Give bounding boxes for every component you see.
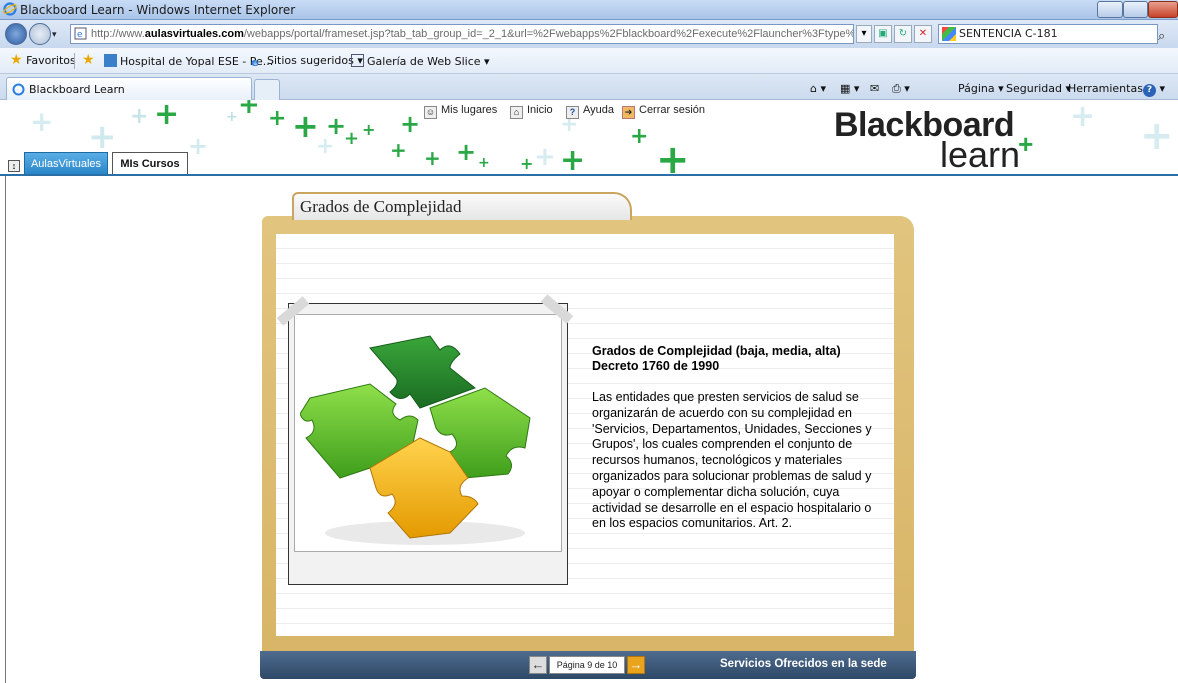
divider bbox=[74, 53, 75, 69]
tab-label: Blackboard Learn bbox=[29, 83, 125, 96]
search-input[interactable]: SENTENCIA C-181 bbox=[938, 24, 1158, 44]
address-dropdown-icon[interactable]: ▾ bbox=[856, 25, 872, 43]
url-domain: aulasvirtuales.com bbox=[144, 28, 244, 40]
svg-text:e: e bbox=[77, 30, 83, 40]
tab-bar: Blackboard Learn ⌂ ▾ ▦ ▾ ✉ ⎙ ▾ Página ▾ … bbox=[0, 74, 1178, 100]
next-section-label: Servicios Ofrecidos en la sede bbox=[720, 658, 887, 670]
recent-pages-icon[interactable]: ▾ bbox=[52, 29, 57, 40]
star-add-icon: ★ bbox=[82, 52, 95, 68]
url-prefix: http://www. bbox=[91, 28, 145, 40]
frame-divider bbox=[5, 176, 6, 683]
mis-lugares-link[interactable]: ☺ Mis lugares bbox=[424, 104, 497, 119]
link-label: Cerrar sesión bbox=[639, 104, 706, 116]
search-text: SENTENCIA C-181 bbox=[959, 27, 1058, 40]
security-menu[interactable]: Seguridad ▾ bbox=[1006, 82, 1071, 95]
arrow-right-icon: → bbox=[629, 657, 643, 672]
tab-mis-cursos[interactable]: MIs Cursos bbox=[112, 152, 188, 174]
ayuda-link[interactable]: ? Ayuda bbox=[566, 104, 614, 119]
puzzle-image bbox=[300, 335, 531, 545]
search-icon[interactable]: ⌕ bbox=[1158, 28, 1165, 44]
previous-page-button[interactable]: ← bbox=[529, 656, 547, 674]
link-label: Ayuda bbox=[583, 104, 614, 116]
page-icon: e bbox=[74, 27, 87, 40]
maximize-button[interactable] bbox=[1123, 1, 1148, 18]
person-icon: ☺ bbox=[424, 106, 437, 119]
learn-logo: learn+ bbox=[940, 129, 1035, 175]
window-title: Blackboard Learn - Windows Internet Expl… bbox=[20, 3, 296, 17]
inicio-link[interactable]: ⌂ Inicio bbox=[510, 104, 553, 119]
arrow-left-icon: ← bbox=[531, 657, 545, 672]
ie-icon bbox=[3, 2, 17, 16]
heading-line: Decreto 1760 de 1990 bbox=[592, 359, 720, 373]
address-bar: ▾ e http://www.aulasvirtuales.com/webapp… bbox=[0, 20, 1178, 48]
tab-aulas-virtuales[interactable]: AulasVirtuales bbox=[24, 152, 108, 174]
folder-icon bbox=[104, 54, 117, 67]
mail-icon[interactable]: ✉ bbox=[870, 82, 879, 95]
favorite-item-label: Galería de Web Slice ▾ bbox=[367, 55, 490, 68]
favorites-bar: ★ Favoritos ★ Hospital de Yopal ESE - Pe… bbox=[0, 48, 1178, 74]
next-page-button[interactable]: → bbox=[627, 656, 645, 674]
page-title: Grados de Complejidad bbox=[300, 197, 462, 216]
tab-blackboard-learn[interactable]: Blackboard Learn bbox=[6, 77, 252, 100]
refresh-icon[interactable]: ↻ bbox=[894, 25, 912, 43]
bb-header: + + + + + + + + + + + + + + + + + + + + … bbox=[0, 100, 1178, 176]
add-favorite-icon[interactable]: ★ bbox=[82, 52, 95, 68]
link-label: Inicio bbox=[527, 104, 553, 116]
print-icon[interactable]: ⎙ ▾ bbox=[892, 82, 910, 96]
logout-icon: ➔ bbox=[622, 106, 635, 119]
close-window-button[interactable] bbox=[1148, 1, 1178, 18]
tools-menu[interactable]: Herramientas ▾ bbox=[1068, 82, 1152, 95]
ie-tab-icon bbox=[12, 83, 25, 96]
link-label: Mis lugares bbox=[441, 104, 498, 116]
home-icon: ⌂ bbox=[510, 106, 523, 119]
new-tab-button[interactable] bbox=[254, 79, 280, 100]
help-icon: ? bbox=[566, 106, 579, 119]
forward-button[interactable] bbox=[29, 23, 51, 45]
url-input[interactable]: e http://www.aulasvirtuales.com/webapps/… bbox=[70, 24, 854, 44]
minimize-button[interactable] bbox=[1097, 1, 1123, 18]
ie-page-icon: e bbox=[251, 56, 259, 69]
favorite-item-hospital[interactable]: Hospital de Yopal ESE - Pe... bbox=[104, 54, 273, 68]
logo-plus-icon: + bbox=[1018, 129, 1034, 159]
url-path: /webapps/portal/frameset.jsp?tab_tab_gro… bbox=[243, 28, 854, 40]
help-icon[interactable]: ? ▾ bbox=[1143, 82, 1165, 97]
window-titlebar: Blackboard Learn - Windows Internet Expl… bbox=[0, 0, 1178, 20]
content-body: Las entidades que presten servicios de s… bbox=[592, 390, 872, 531]
home-icon[interactable]: ⌂ ▾ bbox=[810, 82, 826, 95]
star-icon: ★ bbox=[10, 52, 23, 68]
page-indicator: Página 9 de 10 bbox=[549, 656, 625, 674]
web-slice-icon bbox=[351, 54, 364, 67]
search-provider-icon bbox=[942, 27, 956, 41]
favorite-item-label: Sitios sugeridos ▾ bbox=[267, 54, 363, 67]
favorite-item-sitios[interactable]: e Sitios sugeridos ▾ bbox=[251, 54, 363, 69]
feeds-icon[interactable]: ▦ ▾ bbox=[840, 82, 859, 95]
expand-nav-icon[interactable]: ↕ bbox=[8, 160, 20, 172]
favorites-label: Favoritos bbox=[26, 54, 76, 67]
content-heading: Grados de Complejidad (baja, media, alta… bbox=[592, 344, 882, 374]
stop-icon[interactable]: ✕ bbox=[914, 25, 932, 43]
page-menu[interactable]: Página ▾ bbox=[958, 82, 1004, 95]
back-button[interactable] bbox=[5, 23, 27, 45]
favorites-button[interactable]: ★ Favoritos bbox=[10, 52, 76, 68]
heading-line: Grados de Complejidad (baja, media, alta… bbox=[592, 344, 841, 358]
compatibility-view-icon[interactable]: ▣ bbox=[874, 25, 892, 43]
cerrar-sesion-link[interactable]: ➔ Cerrar sesión bbox=[622, 104, 705, 119]
learn-text: learn bbox=[940, 134, 1021, 175]
favorite-item-galeria[interactable]: Galería de Web Slice ▾ bbox=[351, 54, 490, 68]
